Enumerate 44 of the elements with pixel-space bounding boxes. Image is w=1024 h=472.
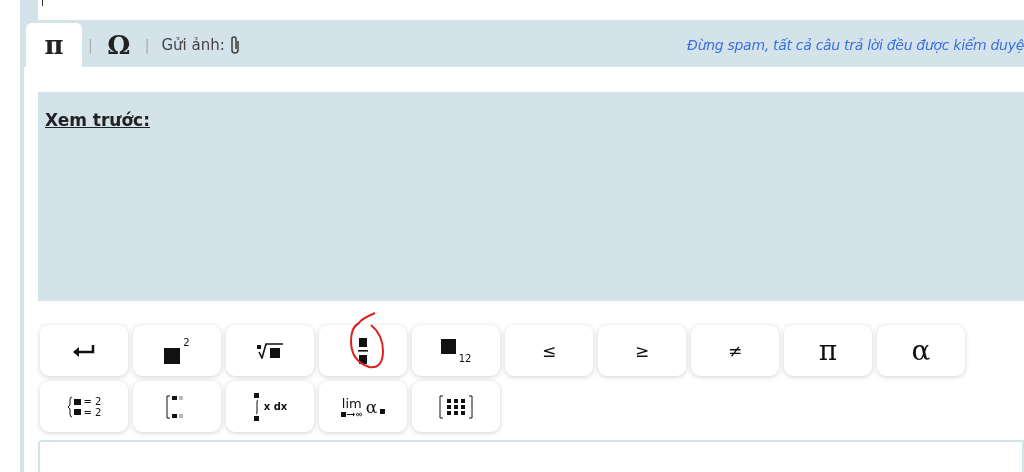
tab-separator: | xyxy=(143,36,151,56)
symbol-tab[interactable]: Ω xyxy=(98,23,139,67)
brace-icon xyxy=(66,395,81,418)
upload-image-button[interactable]: Gửi ảnh: xyxy=(155,23,247,67)
math-key[interactable]: x dx xyxy=(226,381,314,432)
math-key[interactable]: π xyxy=(784,325,872,376)
exponent-text: 2 xyxy=(183,337,190,348)
symbol-text: ≤ xyxy=(541,340,557,361)
integral-icon xyxy=(252,392,261,421)
square-icon xyxy=(440,339,456,354)
limit-text: lim xyxy=(341,395,362,411)
math-key[interactable]: lim α xyxy=(319,381,407,432)
math-key[interactable]: ≤ xyxy=(505,325,593,376)
root-icon xyxy=(257,342,283,359)
math-key[interactable] xyxy=(226,325,314,376)
arrow-infinity-icon xyxy=(340,410,363,418)
tab-separator: | xyxy=(87,36,94,56)
paperclip-icon xyxy=(228,35,241,55)
math-key[interactable]: = 2 = 2 xyxy=(40,381,128,432)
symbol-text: α xyxy=(911,334,931,367)
math-key[interactable]: ≥ xyxy=(598,325,686,376)
math-key[interactable] xyxy=(319,325,407,376)
equation-text: = 2 xyxy=(83,395,102,407)
answer-field[interactable] xyxy=(38,0,1024,21)
math-key[interactable] xyxy=(412,381,500,432)
enter-icon xyxy=(73,344,95,357)
preview-label: Xem trước: xyxy=(45,110,150,130)
math-key[interactable]: 2 xyxy=(133,325,221,376)
math-key[interactable]: 12 xyxy=(412,325,500,376)
moderation-notice: Đừng spam, tất cả câu trả lời đều được kiểm duyệ xyxy=(687,36,1024,55)
matrix-icon xyxy=(439,394,473,419)
symbol-tab[interactable]: π xyxy=(26,23,82,67)
square-icon xyxy=(164,347,181,364)
symbol-text: π xyxy=(818,334,838,367)
symbol-text: ≠ xyxy=(727,340,743,361)
alpha-text: α xyxy=(365,396,378,417)
equation-text: = 2 xyxy=(83,406,102,418)
subscript-text: 12 xyxy=(458,353,472,364)
math-key[interactable]: ≠ xyxy=(691,325,779,376)
math-key[interactable]: α xyxy=(877,325,965,376)
integral-text: x dx xyxy=(263,401,288,412)
input-field[interactable] xyxy=(38,440,1024,472)
fraction-icon xyxy=(358,337,368,364)
symbol-text: ≥ xyxy=(634,340,650,361)
